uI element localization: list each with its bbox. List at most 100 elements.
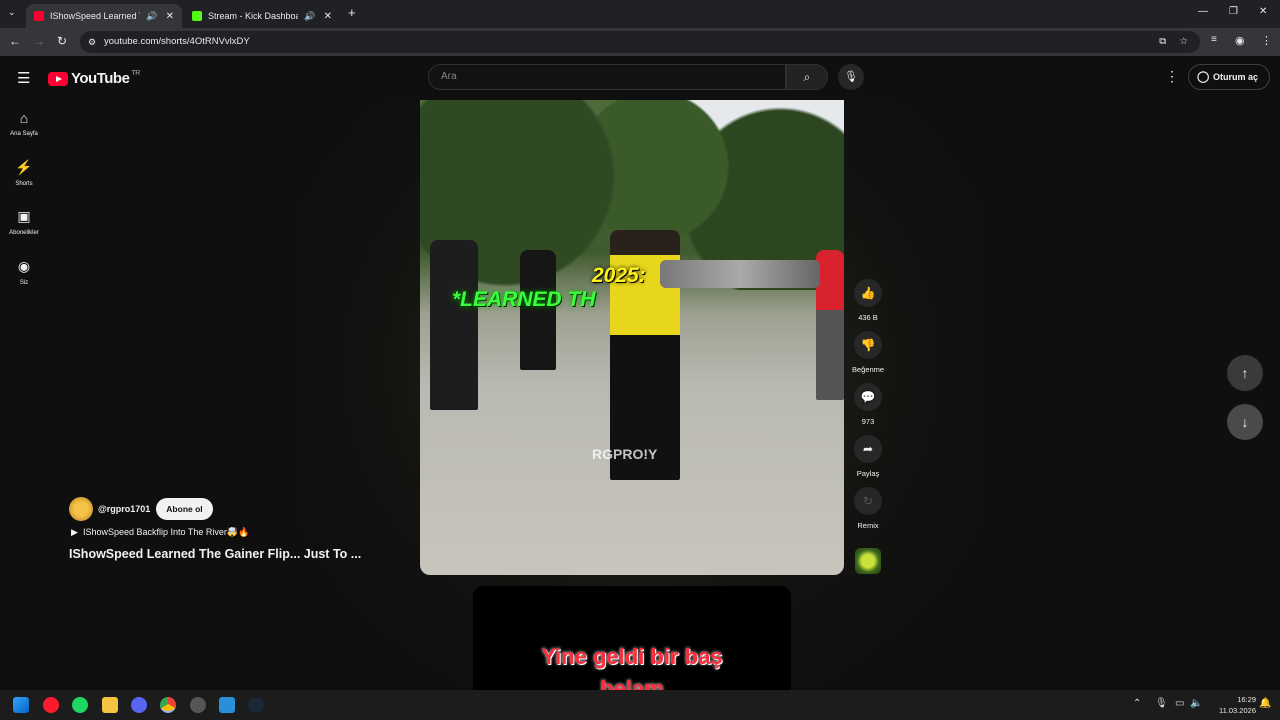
sidebar-item-you[interactable]: ◉ Siz: [0, 258, 48, 286]
settings-kebab-icon[interactable]: ⋮: [1165, 68, 1179, 85]
arrow-up-icon: ↑: [1241, 365, 1249, 381]
minimize-button[interactable]: —: [1198, 6, 1208, 17]
opera-icon[interactable]: [43, 697, 59, 713]
windows-start-icon[interactable]: [13, 697, 29, 713]
clock-time: 16:29: [1237, 695, 1256, 704]
thumbs-down-icon: 👎: [854, 331, 882, 359]
close-tab-icon[interactable]: ✕: [324, 11, 332, 22]
hamburger-menu-icon[interactable]: ☰: [17, 69, 30, 87]
youtube-masthead: ☰ YouTube TR Ara ⌕ 🎙 ⋮ ◯ Oturum aç: [0, 56, 1280, 100]
tab-title: IShowSpeed Learned The G: [50, 11, 140, 21]
dislike-label: Beğenme: [851, 365, 885, 374]
sound-thumbnail[interactable]: [855, 548, 881, 574]
video-person-right: [816, 250, 844, 400]
remix-label: Remix: [857, 521, 879, 530]
discord-icon[interactable]: [131, 697, 147, 713]
video-person-left: [430, 240, 478, 410]
subscriptions-icon: ▣: [17, 208, 31, 224]
reload-icon[interactable]: ↻: [57, 34, 67, 48]
next-short-preview[interactable]: Yine geldi bir baş belam: [473, 586, 791, 690]
video-overlay-text: *LEARNED TH: [452, 288, 596, 311]
tray-chevron-icon[interactable]: ⌃: [1133, 698, 1141, 709]
youtube-logo[interactable]: YouTube TR: [48, 70, 140, 87]
sidebar-item-label: Siz: [19, 280, 29, 286]
tab-search-chevron-icon[interactable]: ⌄: [8, 7, 16, 18]
arrow-down-icon: ↓: [1241, 414, 1249, 430]
channel-row: @rgpro1701 Abone ol: [69, 497, 213, 521]
comment-icon: 💬: [854, 383, 882, 411]
dislike-button[interactable]: 👎 Beğenme: [847, 331, 889, 374]
video-watermark: RGPRO!Y: [592, 446, 658, 462]
chrome-menu-icon[interactable]: ⋮: [1261, 34, 1272, 47]
logo-text: YouTube: [71, 70, 130, 87]
previous-short-button[interactable]: ↑: [1227, 355, 1263, 391]
address-bar[interactable]: ⚙ youtube.com/shorts/4OtRNVvlxDY ⧉ ☆: [80, 31, 1200, 53]
share-button[interactable]: ➦ Paylaş: [851, 435, 885, 478]
short-video-player[interactable]: 2025: *LEARNED TH RGPRO!Y: [420, 100, 844, 575]
tab-kick[interactable]: Stream - Kick Dashboard 🔊 ✕: [184, 4, 340, 28]
chrome-icon[interactable]: [160, 697, 176, 713]
forward-icon[interactable]: →: [33, 34, 45, 48]
share-label: Paylaş: [856, 469, 880, 478]
profile-icon[interactable]: ◉: [1235, 34, 1245, 47]
channel-handle[interactable]: @rgpro1701: [98, 504, 150, 514]
video-overlay-year: 2025:: [592, 264, 646, 287]
file-explorer-icon[interactable]: [102, 697, 118, 713]
short-title[interactable]: IShowSpeed Learned The Gainer Flip... Ju…: [69, 547, 361, 561]
tray-mic-icon[interactable]: 🎙: [1155, 698, 1168, 709]
video-parked-cars: [660, 260, 820, 288]
remix-icon: ↻: [854, 487, 882, 515]
install-icon[interactable]: ⧉: [1159, 31, 1166, 53]
network-icon[interactable]: ▭: [1175, 698, 1184, 709]
home-icon: ⌂: [19, 110, 29, 126]
spotify-icon[interactable]: [72, 697, 88, 713]
like-button[interactable]: 👍 436 B: [851, 279, 885, 322]
speaker-icon[interactable]: 🔊: [304, 11, 315, 22]
close-window-button[interactable]: ✕: [1259, 6, 1267, 17]
close-tab-icon[interactable]: ✕: [166, 11, 174, 22]
thumbs-up-icon: 👍: [854, 279, 882, 307]
share-arrow-icon: ➦: [854, 435, 882, 463]
next-short-caption-2: belam: [600, 676, 664, 690]
photos-icon[interactable]: [219, 697, 235, 713]
channel-avatar[interactable]: [69, 497, 93, 521]
microphone-icon: 🎙: [844, 71, 858, 83]
signin-label: Oturum aç: [1213, 72, 1259, 82]
like-count: 436 B: [858, 313, 878, 322]
subscribe-button[interactable]: Abone ol: [156, 498, 213, 520]
you-icon: ◉: [17, 258, 31, 274]
next-short-caption: Yine geldi bir baş: [541, 644, 723, 669]
sound-link[interactable]: ▶ IShowSpeed Backflip Into The River🤯🔥: [71, 527, 249, 538]
sidebar-item-label: Shorts: [15, 181, 33, 187]
comments-button[interactable]: 💬 973: [851, 383, 885, 426]
next-short-button[interactable]: ↓: [1227, 404, 1263, 440]
clock-date: 11.03.2026: [1219, 706, 1256, 715]
back-icon[interactable]: ←: [9, 34, 21, 48]
restore-button[interactable]: ❐: [1229, 6, 1238, 17]
system-clock[interactable]: 16:29 11.03.2026: [1208, 694, 1256, 716]
browser-toolbar: ← → ↻ ⚙ youtube.com/shorts/4OtRNVvlxDY ⧉…: [0, 28, 1280, 56]
search-button[interactable]: ⌕: [786, 64, 828, 90]
steam-icon[interactable]: [248, 697, 264, 713]
sidebar-item-subscriptions[interactable]: ▣ Abonelikler: [0, 208, 48, 236]
media-control-icon[interactable]: ≡: [1211, 34, 1217, 45]
sound-label: IShowSpeed Backflip Into The River🤯🔥: [82, 527, 250, 537]
site-info-icon[interactable]: ⚙: [88, 31, 96, 53]
account-icon: ◯: [1197, 71, 1210, 83]
bookmark-star-icon[interactable]: ☆: [1179, 31, 1188, 53]
sidebar-item-shorts[interactable]: ⚡ Shorts: [0, 159, 48, 187]
url-text: youtube.com/shorts/4OtRNVvlxDY: [104, 36, 250, 47]
sidebar-item-home[interactable]: ⌂ Ana Sayfa: [0, 110, 48, 137]
notification-icon[interactable]: 🔔: [1259, 698, 1271, 709]
signin-button[interactable]: ◯ Oturum aç: [1188, 64, 1270, 90]
search-input[interactable]: Ara: [428, 64, 786, 90]
comments-count: 973: [861, 417, 875, 426]
voice-search-button[interactable]: 🎙: [838, 64, 864, 90]
new-tab-button[interactable]: +: [348, 5, 356, 20]
tab-youtube[interactable]: IShowSpeed Learned The G 🔊 ✕: [26, 4, 182, 28]
speaker-icon[interactable]: 🔊: [146, 11, 157, 22]
remix-button[interactable]: ↻ Remix: [851, 487, 885, 530]
app-icon[interactable]: [190, 697, 206, 713]
windows-taskbar: ⌃ 🎙 ▭ 🔈 16:29 11.03.2026 🔔: [0, 690, 1280, 720]
volume-icon[interactable]: 🔈: [1190, 698, 1202, 709]
